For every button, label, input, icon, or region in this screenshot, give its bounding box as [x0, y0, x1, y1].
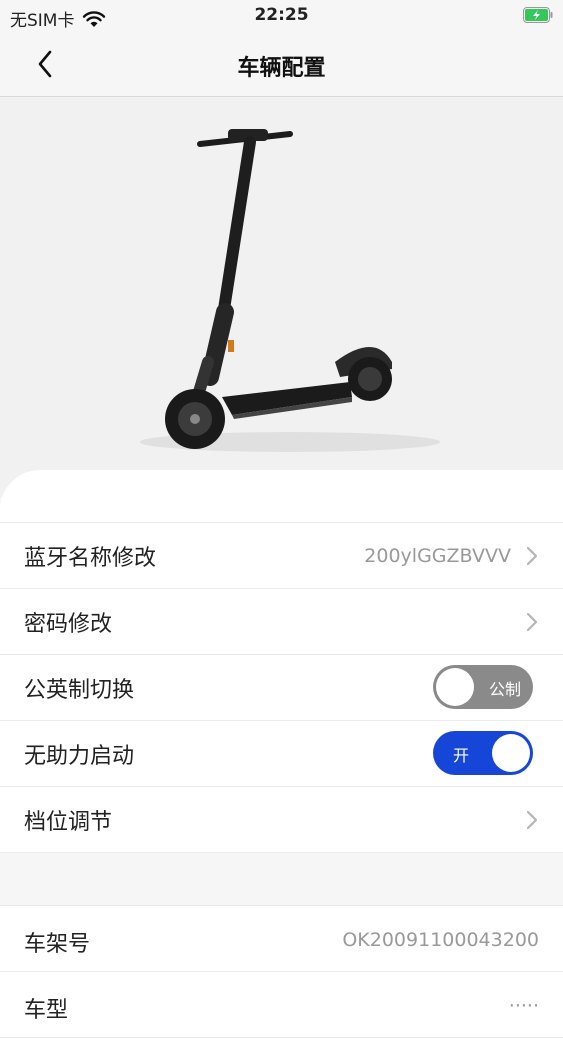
unit-switch-label: 公英制切换	[24, 677, 135, 703]
gear-adjust-label: 档位调节	[24, 809, 113, 835]
nav-bar: 车辆配置	[0, 32, 563, 97]
model-row: 车型 ·····	[0, 972, 563, 1038]
chevron-right-icon	[526, 546, 538, 566]
bluetooth-name-value: 200ylGGZBVVV	[364, 544, 511, 567]
frame-number-row: 车架号 OK20091100043200	[0, 906, 563, 972]
scooter-illustration	[140, 129, 440, 452]
model-value: ·····	[508, 995, 539, 1017]
password-change-row[interactable]: 密码修改	[0, 589, 563, 655]
unit-toggle-label: 公制	[488, 680, 521, 699]
section-gap	[0, 853, 563, 905]
gear-adjust-row[interactable]: 档位调节	[0, 787, 563, 853]
unassisted-start-toggle[interactable]: 开	[433, 731, 533, 775]
password-change-label: 密码修改	[24, 611, 113, 637]
toggle-knob	[436, 668, 474, 706]
content-sheet	[0, 470, 563, 530]
unit-toggle[interactable]: 公制	[433, 665, 533, 709]
scooter-image	[0, 97, 563, 497]
frame-number-label: 车架号	[24, 932, 91, 957]
battery-icon	[523, 7, 553, 23]
frame-number-value: OK20091100043200	[342, 929, 539, 951]
unit-switch-row: 公英制切换 公制	[0, 655, 563, 721]
chevron-right-icon	[526, 612, 538, 632]
toggle-knob	[492, 734, 530, 772]
vehicle-info-list: 车架号 OK20091100043200 车型 ·····	[0, 905, 563, 1038]
status-time: 22:25	[254, 5, 309, 25]
settings-list: 蓝牙名称修改 200ylGGZBVVV 密码修改 公英制切换 公制 无助力启动 …	[0, 522, 563, 853]
unassisted-start-label: 无助力启动	[24, 743, 135, 769]
unassisted-start-row: 无助力启动 开	[0, 721, 563, 787]
chevron-right-icon	[526, 810, 538, 830]
bluetooth-name-label: 蓝牙名称修改	[24, 545, 157, 571]
page-title: 车辆配置	[237, 56, 326, 81]
model-label: 车型	[24, 998, 69, 1023]
status-bar: 无SIM卡 22:25	[0, 0, 563, 32]
unassisted-start-toggle-label: 开	[453, 746, 470, 765]
bluetooth-name-row[interactable]: 蓝牙名称修改 200ylGGZBVVV	[0, 523, 563, 589]
